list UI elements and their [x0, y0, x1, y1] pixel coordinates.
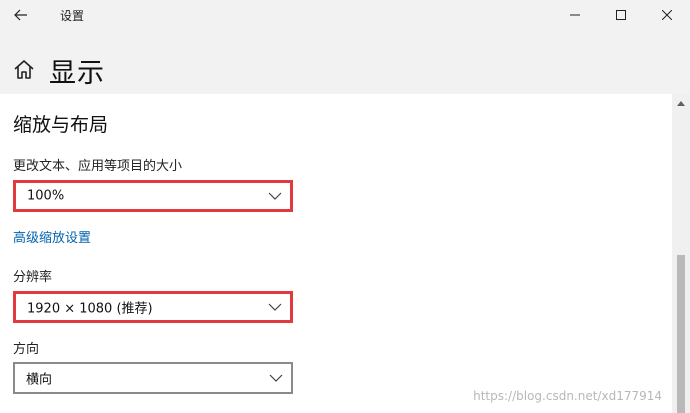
resolution-value: 1920 × 1080 (推荐): [27, 301, 153, 317]
chevron-down-icon: [268, 192, 282, 200]
close-button[interactable]: [644, 0, 690, 30]
maximize-button[interactable]: [598, 0, 644, 30]
window-title: 设置: [60, 9, 85, 23]
close-icon: [662, 10, 672, 20]
resolution-label: 分辨率: [13, 270, 53, 285]
page-header: 显示: [0, 30, 690, 94]
vertical-scrollbar[interactable]: [672, 94, 690, 413]
maximize-icon: [616, 10, 626, 20]
advanced-scaling-link[interactable]: 高级缩放设置: [13, 227, 91, 246]
orientation-value: 横向: [26, 372, 53, 388]
back-button[interactable]: [8, 3, 34, 27]
chevron-up-icon: [677, 100, 685, 106]
arrow-left-icon: [14, 9, 27, 21]
scroll-thumb[interactable]: [677, 255, 685, 413]
minimize-icon: [570, 14, 580, 16]
page-title: 显示: [49, 58, 105, 89]
scale-value: 100%: [27, 188, 65, 204]
resolution-dropdown[interactable]: 1920 × 1080 (推荐): [13, 291, 293, 323]
scale-label: 更改文本、应用等项目的大小: [13, 159, 183, 174]
chevron-down-icon: [268, 303, 282, 311]
section-title: 缩放与布局: [13, 114, 109, 136]
content-panel: 缩放与布局 更改文本、应用等项目的大小 100% 高级缩放设置 分辨率 1920…: [0, 94, 672, 413]
orientation-label: 方向: [13, 342, 40, 357]
settings-window: 设置 显示 缩放与布局 更改文本、应用等项目的大小 100% 高级缩放设置 分辨…: [0, 0, 690, 413]
title-bar: 设置: [0, 0, 690, 30]
chevron-down-icon: [269, 374, 283, 382]
minimize-button[interactable]: [552, 0, 598, 30]
orientation-dropdown[interactable]: 横向: [13, 362, 293, 394]
scale-dropdown[interactable]: 100%: [13, 180, 293, 212]
watermark: https://blog.csdn.net/xd177914: [473, 389, 662, 403]
home-icon[interactable]: [12, 58, 36, 82]
scroll-up-button[interactable]: [672, 96, 690, 110]
